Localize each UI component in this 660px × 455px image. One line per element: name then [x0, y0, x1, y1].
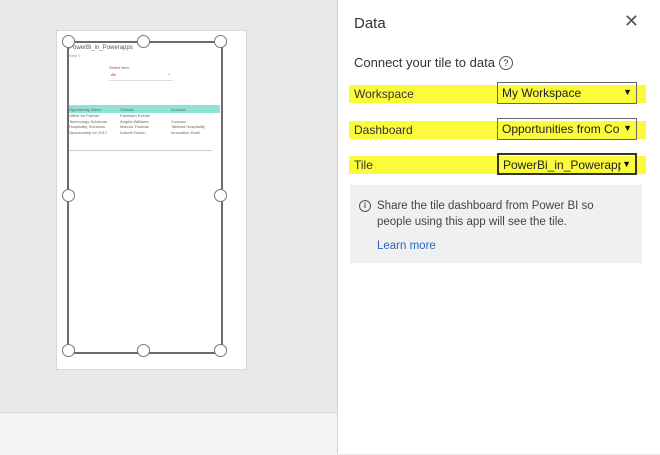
resize-handle-right[interactable] — [214, 189, 227, 202]
learn-more-link[interactable]: Learn more — [377, 240, 436, 252]
resize-handle-top-left[interactable] — [62, 35, 75, 48]
resize-handle-bottom-right[interactable] — [214, 344, 227, 357]
tile-dropdown[interactable]: PowerBi_in_Powerapps ▼ — [497, 153, 637, 175]
info-icon: i — [359, 200, 371, 212]
dashboard-label: Dashboard — [354, 123, 413, 137]
connect-text: Connect your tile to data — [354, 55, 495, 70]
info-text: Share the tile dashboard from Power BI s… — [377, 200, 594, 228]
tile-value: PowerBi_in_Powerapps — [503, 158, 621, 172]
chevron-down-icon: ▼ — [623, 123, 632, 133]
dashboard-value: Opportunities from Co — [502, 122, 620, 136]
connect-heading: Connect your tile to data? — [354, 55, 513, 70]
workspace-value: My Workspace — [502, 86, 582, 100]
resize-handle-left[interactable] — [62, 189, 75, 202]
close-icon[interactable]: ✕ — [624, 12, 639, 30]
resize-handle-top-right[interactable] — [214, 35, 227, 48]
workspace-label: Workspace — [354, 87, 414, 101]
tile-label: Tile — [354, 158, 373, 172]
chevron-down-icon: ▼ — [622, 159, 631, 169]
resize-handle-bottom[interactable] — [137, 344, 150, 357]
tile-control-selection[interactable] — [67, 41, 223, 354]
data-panel: Data ✕ Connect your tile to data? Worksp… — [337, 0, 660, 454]
dashboard-dropdown[interactable]: Opportunities from Co ▼ — [497, 118, 637, 140]
help-icon[interactable]: ? — [498, 56, 513, 70]
panel-title: Data — [354, 15, 386, 32]
chevron-down-icon: ▼ — [623, 87, 632, 97]
resize-handle-bottom-left[interactable] — [62, 344, 75, 357]
canvas-status-bar — [0, 412, 337, 455]
resize-handle-top[interactable] — [137, 35, 150, 48]
workspace-dropdown[interactable]: My Workspace ▼ — [497, 82, 637, 104]
share-info-box: i Share the tile dashboard from Power BI… — [350, 185, 642, 263]
